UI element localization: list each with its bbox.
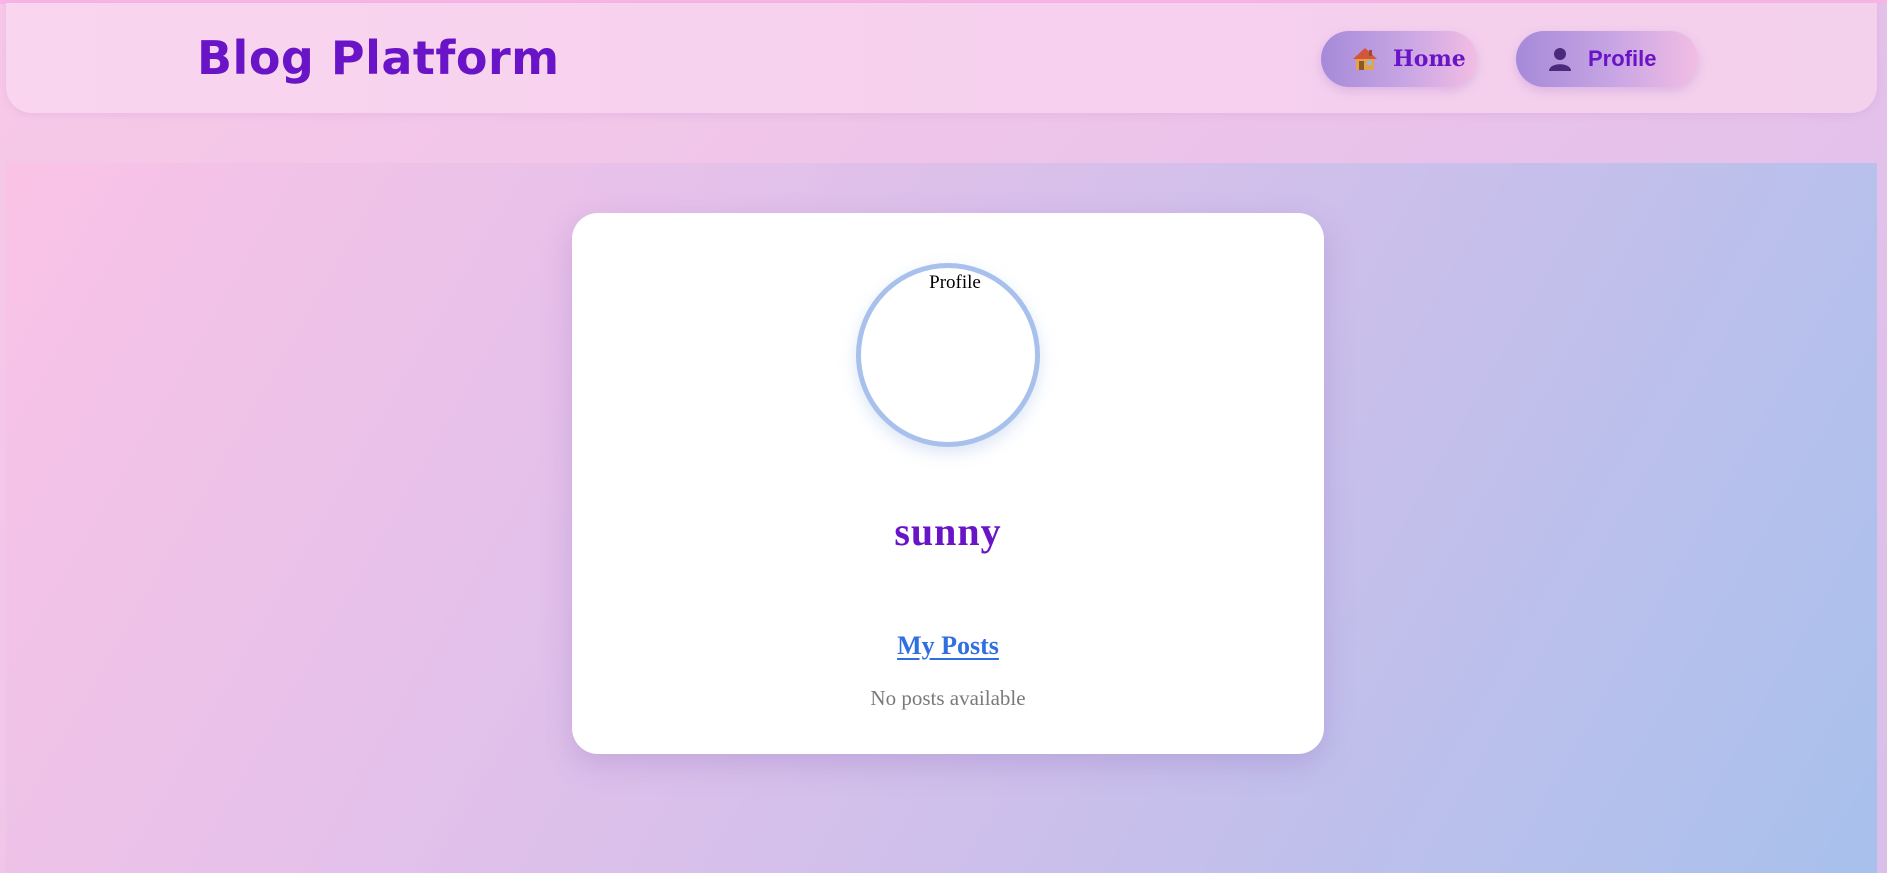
profile-nav-button[interactable]: Profile [1516, 31, 1698, 87]
profile-card: Profile sunny My Posts No posts availabl… [572, 213, 1324, 754]
home-nav-button[interactable]: Home [1321, 31, 1477, 87]
my-posts-link[interactable]: My Posts [897, 631, 999, 660]
avatar-alt-text: Profile [929, 272, 981, 293]
main-content: Profile sunny My Posts No posts availabl… [6, 163, 1877, 873]
avatar: Profile [856, 263, 1040, 447]
user-silhouette-icon [1549, 48, 1571, 71]
brand-title[interactable]: Blog Platform [197, 31, 560, 85]
home-nav-label: Home [1393, 46, 1466, 72]
empty-posts-message: No posts available [870, 686, 1026, 710]
my-posts-heading: My Posts [572, 631, 1324, 661]
username: sunny [894, 509, 1002, 554]
house-icon [1353, 48, 1377, 70]
site-header: Blog Platform Home Profile [6, 3, 1877, 113]
profile-nav-label: Profile [1588, 46, 1657, 71]
